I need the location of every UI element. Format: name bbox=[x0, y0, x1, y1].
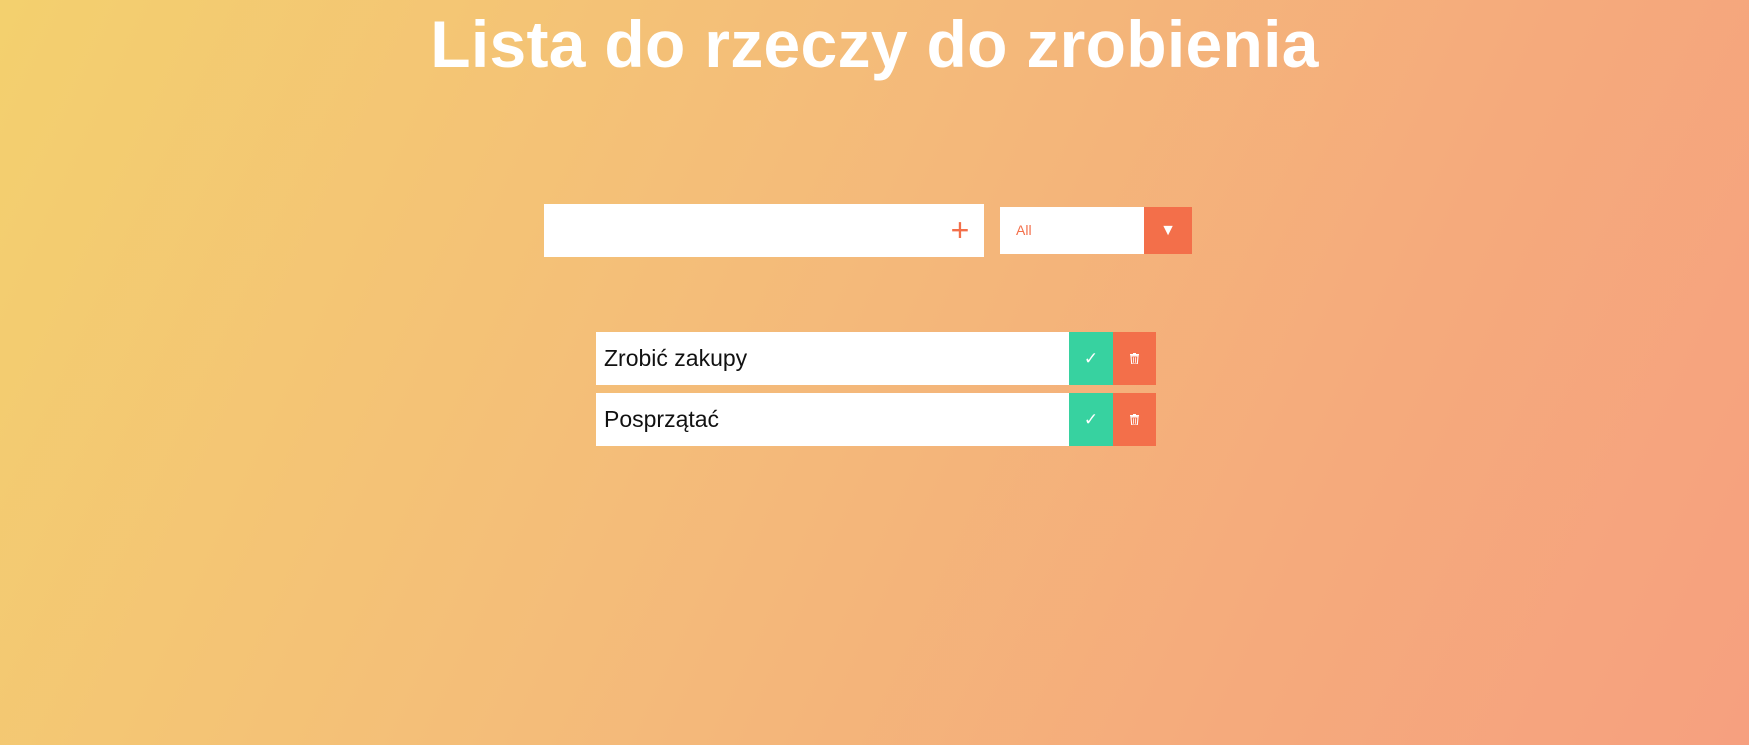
todo-item: Zrobić zakupy ✓ bbox=[596, 332, 1156, 385]
complete-button[interactable]: ✓ bbox=[1069, 332, 1113, 385]
todo-text: Posprzątać bbox=[604, 406, 720, 432]
delete-button[interactable] bbox=[1113, 393, 1156, 446]
trash-icon bbox=[1130, 353, 1139, 364]
complete-button[interactable]: ✓ bbox=[1069, 393, 1113, 446]
todo-text: Zrobić zakupy bbox=[604, 345, 748, 371]
todo-input[interactable] bbox=[544, 204, 934, 257]
todo-form: + bbox=[544, 204, 984, 257]
delete-button[interactable] bbox=[1113, 332, 1156, 385]
add-todo-button[interactable]: + bbox=[936, 204, 984, 257]
filter-selected-value: All bbox=[1016, 222, 1032, 238]
triangle-down-icon[interactable]: ▼ bbox=[1144, 207, 1192, 254]
todo-item: Posprzątać ✓ bbox=[596, 393, 1156, 446]
plus-icon: + bbox=[950, 212, 970, 248]
todo-list: Zrobić zakupy ✓ Posprzątać ✓ bbox=[596, 332, 1156, 454]
trash-icon bbox=[1130, 414, 1139, 425]
filter-select[interactable]: All ▼ bbox=[1000, 207, 1192, 254]
checkmark-icon: ✓ bbox=[1083, 409, 1099, 429]
checkmark-icon: ✓ bbox=[1083, 348, 1099, 368]
page-title: Lista do rzeczy do zrobienia bbox=[430, 7, 1319, 81]
